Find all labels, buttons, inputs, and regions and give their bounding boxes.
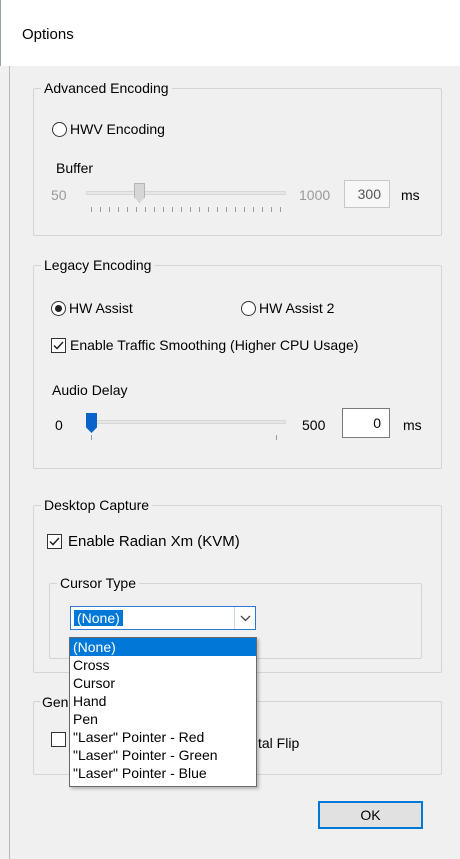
flip-checkbox[interactable] — [51, 732, 66, 747]
audio-delay-slider-track[interactable] — [86, 420, 286, 424]
radio-unselected-icon — [241, 300, 256, 316]
radio-selected-icon — [51, 300, 66, 316]
hw-assist-label: HW Assist — [69, 300, 133, 316]
dropdown-option[interactable]: Cursor — [70, 674, 256, 692]
buffer-unit-label: ms — [401, 187, 420, 203]
legacy-encoding-legend: Legacy Encoding — [44, 257, 152, 273]
cursor-type-legend: Cursor Type — [60, 575, 136, 591]
audio-delay-min-label: 0 — [55, 417, 63, 433]
dropdown-option[interactable]: "Laser" Pointer - Red — [70, 728, 256, 746]
checkmark-icon — [47, 534, 62, 549]
cursor-type-select[interactable]: (None) — [70, 606, 256, 630]
buffer-value-field[interactable]: 300 — [344, 180, 390, 208]
window-frame-left — [9, 66, 10, 859]
audio-delay-value-field[interactable]: 0 — [342, 408, 390, 438]
desktop-capture-legend: Desktop Capture — [44, 497, 150, 513]
hwv-encoding-radio[interactable]: HWV Encoding — [52, 121, 165, 137]
enable-radian-label: Enable Radian Xm (KVM) — [68, 533, 240, 550]
audio-delay-tick-end — [276, 435, 277, 440]
enable-radian-checkbox[interactable]: Enable Radian Xm (KVM) — [47, 533, 240, 550]
hw-assist-radio[interactable]: HW Assist — [51, 300, 133, 316]
dropdown-option[interactable]: Pen — [70, 710, 256, 728]
hwv-encoding-label: HWV Encoding — [70, 121, 165, 137]
radio-unselected-icon — [52, 121, 67, 137]
hw-assist-2-radio[interactable]: HW Assist 2 — [241, 300, 334, 316]
buffer-max-label: 1000 — [299, 187, 331, 203]
advanced-encoding-legend: Advanced Encoding — [44, 80, 169, 96]
dropdown-option[interactable]: "Laser" Pointer - Blue — [70, 764, 256, 782]
buffer-label: Buffer — [56, 160, 94, 176]
dropdown-option[interactable]: (None) — [70, 638, 256, 656]
audio-delay-max-label: 500 — [302, 417, 326, 433]
traffic-smoothing-label: Enable Traffic Smoothing (Higher CPU Usa… — [70, 337, 359, 353]
cursor-type-dropdown-list: (None) Cross Cursor Hand Pen "Laser" Poi… — [69, 637, 257, 787]
advanced-encoding-group: Advanced Encoding — [33, 80, 442, 236]
dropdown-option[interactable]: Hand — [70, 692, 256, 710]
audio-delay-tick-start — [91, 435, 92, 440]
buffer-slider-track[interactable] — [86, 191, 286, 195]
audio-delay-unit-label: ms — [403, 417, 422, 433]
window-title: Options — [22, 26, 74, 43]
buffer-min-label: 50 — [51, 187, 67, 203]
dropdown-option[interactable]: "Laser" Pointer - Green — [70, 746, 256, 764]
ok-button[interactable]: OK — [318, 801, 423, 829]
hw-assist-2-label: HW Assist 2 — [259, 300, 335, 316]
cursor-type-selected-value: (None) — [74, 610, 123, 626]
flip-label-partial: tal Flip — [258, 735, 300, 751]
checkmark-icon — [51, 337, 66, 353]
dropdown-option[interactable]: Cross — [70, 656, 256, 674]
general-legend-partial: Gen — [40, 694, 71, 710]
traffic-smoothing-checkbox[interactable]: Enable Traffic Smoothing (Higher CPU Usa… — [51, 337, 358, 353]
audio-delay-label: Audio Delay — [52, 382, 128, 398]
buffer-slider-ticks — [91, 207, 281, 212]
chevron-down-icon[interactable] — [234, 607, 255, 629]
